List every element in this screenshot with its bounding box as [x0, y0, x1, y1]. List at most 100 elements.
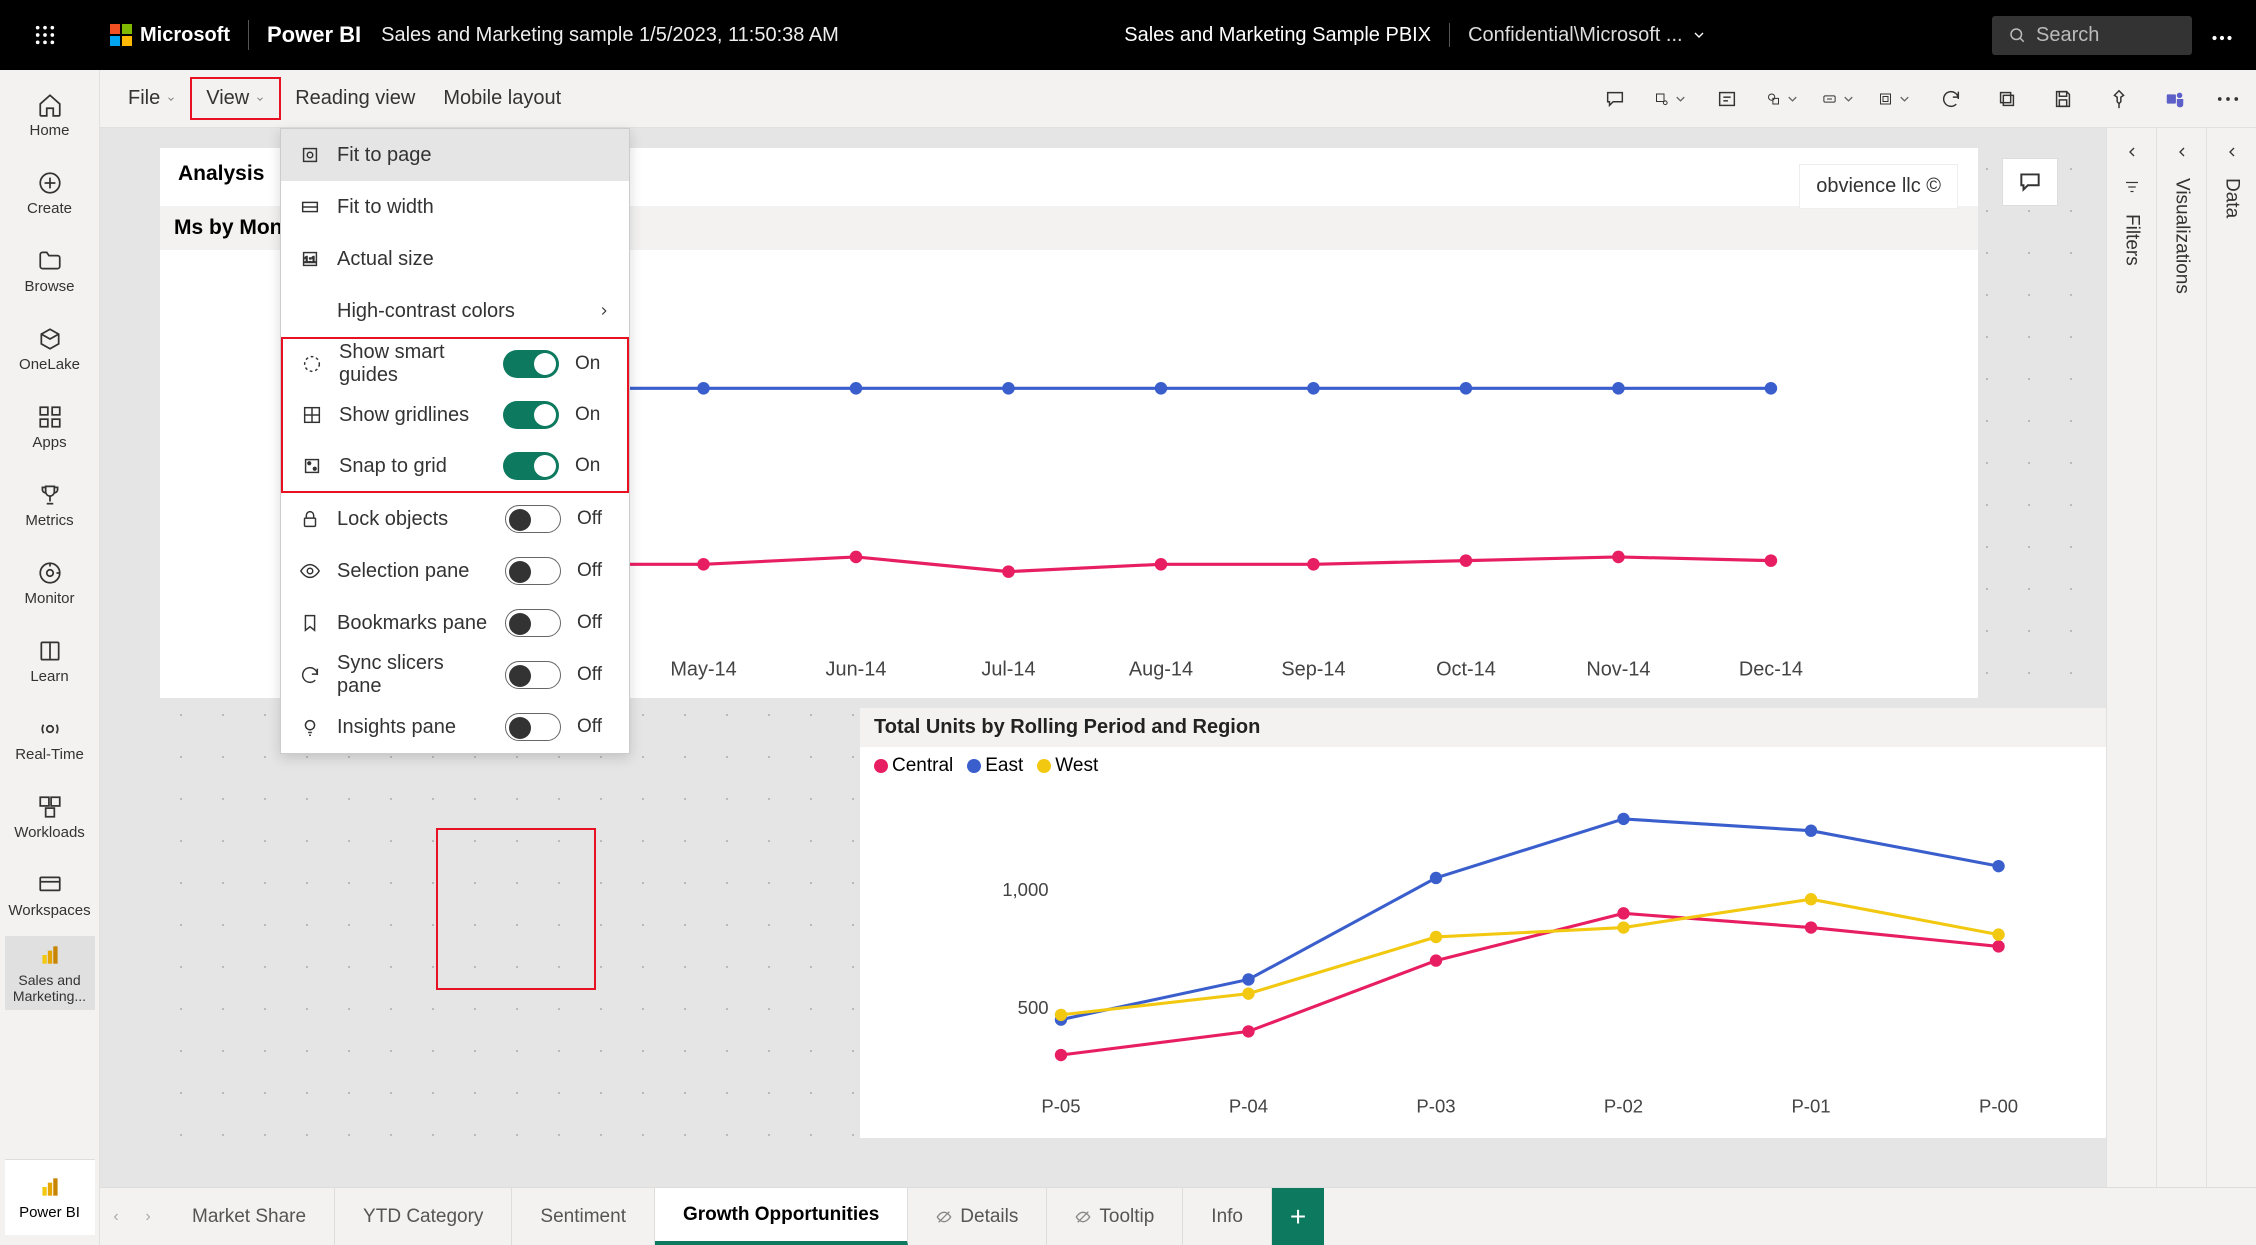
- pane-filters[interactable]: Filters: [2106, 128, 2156, 1187]
- menu-gridlines[interactable]: Show gridlines On: [281, 389, 629, 441]
- menu-fit-to-width[interactable]: Fit to width: [281, 181, 629, 233]
- product-name[interactable]: Power BI: [267, 22, 361, 48]
- nav-apps[interactable]: Apps: [5, 390, 95, 464]
- hidden-icon: [936, 1209, 952, 1225]
- nav-create[interactable]: Create: [5, 156, 95, 230]
- svg-text:Jun-14: Jun-14: [826, 658, 887, 680]
- tab-prev[interactable]: ‹: [100, 1188, 132, 1245]
- menu-smart-guides[interactable]: Show smart guides On: [281, 337, 629, 389]
- more-icon[interactable]: [2212, 24, 2232, 47]
- chevron-down-icon: [166, 94, 176, 104]
- search-placeholder: Search: [2036, 24, 2099, 47]
- nav-learn[interactable]: Learn: [5, 624, 95, 698]
- page-tabs: ‹ › Market Share YTD Category Sentiment …: [100, 1187, 2256, 1245]
- chevron-left-icon[interactable]: [2174, 144, 2190, 160]
- menu-mobile-layout[interactable]: Mobile layout: [429, 79, 575, 118]
- textbox-icon: [1716, 88, 1738, 110]
- monitor-icon: [37, 560, 63, 586]
- menu-lock-objects[interactable]: Lock objects Off: [281, 493, 629, 545]
- microsoft-logo: Microsoft: [110, 24, 230, 47]
- breadcrumb[interactable]: Sales and Marketing Sample PBIX Confiden…: [1124, 23, 1706, 47]
- snap-grid-icon: [301, 455, 323, 477]
- toggle-bookmarks-pane[interactable]: [505, 609, 561, 637]
- tab-details[interactable]: Details: [908, 1188, 1047, 1245]
- toggle-sync-slicers[interactable]: [505, 661, 561, 689]
- menu-snap-to-grid[interactable]: Snap to grid On: [281, 441, 629, 493]
- svg-text:Sep-14: Sep-14: [1281, 658, 1345, 680]
- tab-tooltip[interactable]: Tooltip: [1047, 1188, 1183, 1245]
- chevron-left-icon[interactable]: [2224, 144, 2240, 160]
- comments-button[interactable]: [1598, 82, 1632, 116]
- bookmark-icon: [299, 612, 321, 634]
- visual-button[interactable]: [1878, 82, 1912, 116]
- menu-fit-to-page[interactable]: Fit to page: [281, 129, 629, 181]
- nav-metrics[interactable]: Metrics: [5, 468, 95, 542]
- menu-selection-pane[interactable]: Selection pane Off: [281, 545, 629, 597]
- explore-button[interactable]: [1654, 82, 1688, 116]
- menu-view[interactable]: View: [190, 77, 281, 120]
- more-button[interactable]: [2214, 82, 2242, 116]
- tab-info[interactable]: Info: [1183, 1188, 1272, 1245]
- add-page-button[interactable]: +: [1272, 1188, 1324, 1245]
- actual-size-icon: 1:1: [299, 248, 321, 270]
- pin-icon: [2108, 88, 2130, 110]
- nav-home[interactable]: Home: [5, 78, 95, 152]
- app-launcher-icon[interactable]: [20, 10, 70, 60]
- nav-browse[interactable]: Browse: [5, 234, 95, 308]
- nav-realtime[interactable]: Real-Time: [5, 702, 95, 776]
- toggle-lock-objects[interactable]: [505, 505, 561, 533]
- pane-data[interactable]: Data: [2206, 128, 2256, 1187]
- toggle-insights-pane[interactable]: [505, 713, 561, 741]
- refresh-icon: [1940, 88, 1962, 110]
- chevron-down-icon: [1673, 88, 1688, 110]
- textbox-button[interactable]: [1710, 82, 1744, 116]
- nav-workloads[interactable]: Workloads: [5, 780, 95, 854]
- chevron-down-icon: [1785, 88, 1800, 110]
- shapes-button[interactable]: [1766, 82, 1800, 116]
- teams-button[interactable]: [2158, 82, 2192, 116]
- menu-file[interactable]: File: [114, 79, 190, 118]
- menu-reading-view[interactable]: Reading view: [281, 79, 429, 118]
- chevron-down-icon[interactable]: [1691, 27, 1707, 43]
- menu-actual-size[interactable]: 1:1 Actual size: [281, 233, 629, 285]
- menu-insights-pane[interactable]: Insights pane Off: [281, 701, 629, 753]
- menu-bookmarks-pane[interactable]: Bookmarks pane Off: [281, 597, 629, 649]
- chart-total-units[interactable]: Total Units by Rolling Period and Region…: [860, 708, 2148, 1138]
- save-icon: [2052, 88, 2074, 110]
- nav-current-report[interactable]: Sales and Marketing...: [5, 936, 95, 1010]
- nav-powerbi-tile[interactable]: Power BI: [5, 1159, 95, 1235]
- search-input[interactable]: Search: [1992, 16, 2192, 55]
- toggle-selection-pane[interactable]: [505, 557, 561, 585]
- toggle-smart-guides[interactable]: [503, 350, 559, 378]
- copy-icon: [1996, 88, 2018, 110]
- nav-onelake[interactable]: OneLake: [5, 312, 95, 386]
- tab-ytd-category[interactable]: YTD Category: [335, 1188, 512, 1245]
- menu-high-contrast[interactable]: High-contrast colors: [281, 285, 629, 337]
- pbi-report-icon: [37, 942, 63, 968]
- nav-monitor[interactable]: Monitor: [5, 546, 95, 620]
- buttons-button[interactable]: [1822, 82, 1856, 116]
- chevron-down-icon: [1841, 88, 1856, 110]
- duplicate-button[interactable]: [1990, 82, 2024, 116]
- toggle-snap-grid[interactable]: [503, 452, 559, 480]
- pane-visualizations[interactable]: Visualizations: [2156, 128, 2206, 1187]
- save-button[interactable]: [2046, 82, 2080, 116]
- chevron-down-icon: [255, 94, 265, 104]
- toggle-gridlines[interactable]: [503, 401, 559, 429]
- gridlines-icon: [301, 404, 323, 426]
- tab-next[interactable]: ›: [132, 1188, 164, 1245]
- tab-market-share[interactable]: Market Share: [164, 1188, 335, 1245]
- attribution-label: obvience llc ©: [1799, 164, 1958, 209]
- menu-sync-slicers[interactable]: Sync slicers pane Off: [281, 649, 629, 701]
- onelake-icon: [37, 326, 63, 352]
- comment-button[interactable]: [2002, 158, 2058, 206]
- chevron-left-icon[interactable]: [2124, 144, 2140, 160]
- document-title: Sales and Marketing sample 1/5/2023, 11:…: [381, 24, 839, 47]
- refresh-button[interactable]: [1934, 82, 1968, 116]
- pin-button[interactable]: [2102, 82, 2136, 116]
- nav-workspaces[interactable]: Workspaces: [5, 858, 95, 932]
- ribbon-toolbar: File View Reading view Mobile layout: [100, 70, 2256, 128]
- tab-sentiment[interactable]: Sentiment: [512, 1188, 655, 1245]
- tab-growth-opportunities[interactable]: Growth Opportunities: [655, 1188, 908, 1245]
- svg-text:P-05: P-05: [1041, 1096, 1080, 1117]
